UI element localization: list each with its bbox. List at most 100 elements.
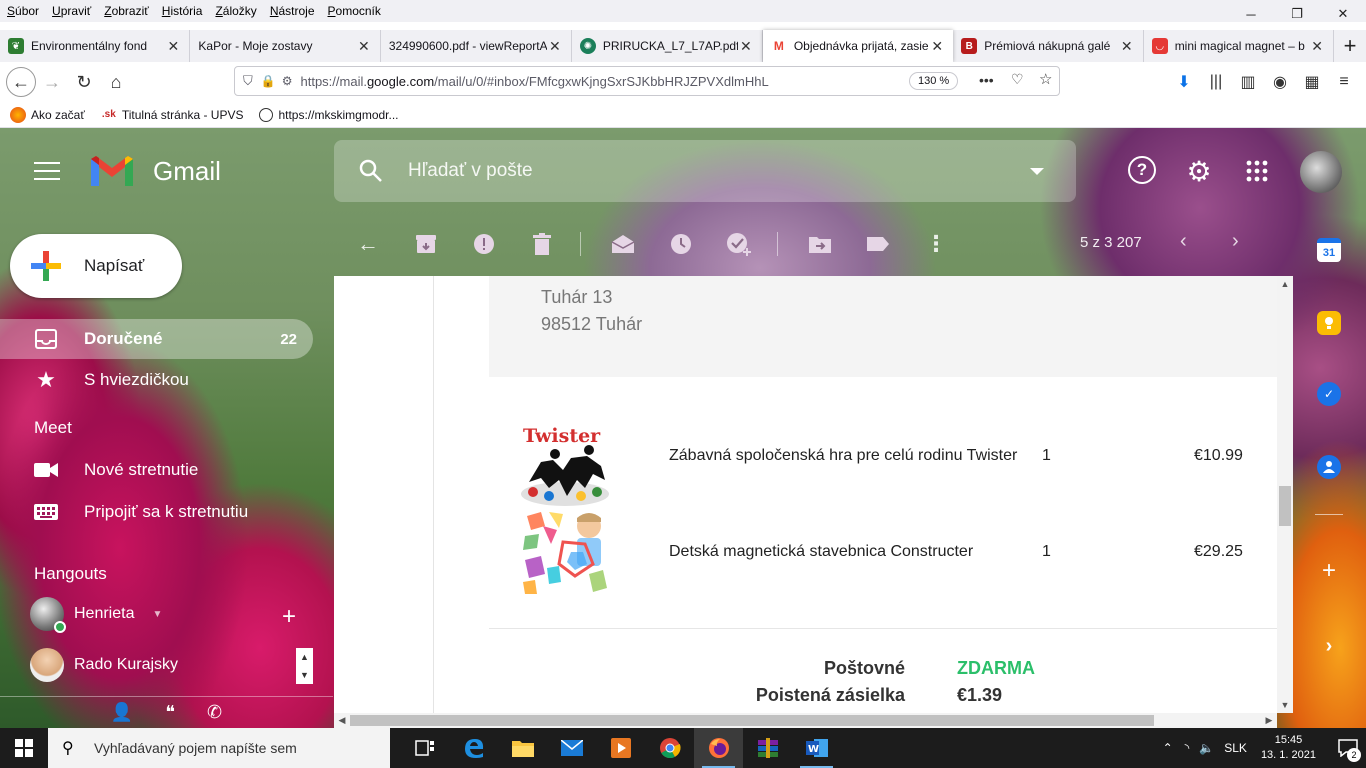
help-icon[interactable]: ? bbox=[1128, 156, 1156, 184]
notifications-icon[interactable]: 2 bbox=[1330, 728, 1366, 768]
scroll-right-icon[interactable]: ▶ bbox=[1261, 713, 1277, 728]
close-tab-icon[interactable]: ✕ bbox=[356, 38, 372, 55]
show-hidden-icons-icon[interactable]: ⌃ bbox=[1163, 741, 1173, 755]
main-menu-icon[interactable] bbox=[34, 162, 60, 180]
expand-panel-icon[interactable]: › bbox=[1317, 634, 1341, 658]
chat-bubble-icon[interactable]: ❝ bbox=[165, 702, 175, 723]
close-icon[interactable]: ✕ bbox=[1320, 0, 1366, 28]
search-bar[interactable]: Hľadať v pošte bbox=[334, 140, 1076, 202]
delete-icon[interactable] bbox=[526, 228, 558, 260]
keep-icon[interactable] bbox=[1317, 311, 1341, 335]
menu-bookmarks[interactable]: Záložky bbox=[208, 4, 262, 18]
tab-premiova[interactable]: B Prémiová nákupná galé ✕ bbox=[953, 30, 1144, 62]
wifi-icon[interactable]: ◝ bbox=[1185, 741, 1190, 755]
media-player-icon[interactable] bbox=[596, 728, 645, 768]
tab-environmentalny-fond[interactable]: ❦ Environmentálny fond ✕ bbox=[0, 30, 191, 62]
search-options-icon[interactable] bbox=[1030, 168, 1044, 175]
report-spam-icon[interactable] bbox=[468, 228, 500, 260]
library-icon[interactable]: ||| bbox=[1200, 73, 1232, 91]
file-explorer-icon[interactable] bbox=[498, 728, 547, 768]
gmail-logo-icon[interactable] bbox=[88, 153, 136, 194]
word-icon[interactable]: W bbox=[792, 728, 841, 768]
volume-icon[interactable]: 🔈 bbox=[1199, 741, 1214, 755]
older-icon[interactable]: › bbox=[1232, 230, 1239, 253]
nav-inbox[interactable]: Doručené 22 bbox=[0, 319, 313, 359]
home-icon[interactable]: ⌂ bbox=[100, 66, 132, 98]
calendar-icon[interactable]: 31 bbox=[1317, 238, 1341, 262]
mail-icon[interactable] bbox=[547, 728, 596, 768]
pocket-icon[interactable]: ♡ bbox=[1011, 71, 1024, 88]
menu-tools[interactable]: Nástroje bbox=[263, 4, 321, 18]
winrar-icon[interactable] bbox=[743, 728, 792, 768]
snooze-icon[interactable] bbox=[665, 228, 697, 260]
contacts-icon[interactable] bbox=[1317, 455, 1341, 479]
taskbar-search[interactable]: ⚲ Vyhľadávaný pojem napíšte sem bbox=[48, 728, 390, 768]
sidebar-icon[interactable]: ▥ bbox=[1232, 72, 1264, 92]
zoom-indicator[interactable]: 130 % bbox=[909, 72, 959, 90]
hangouts-scrollbar[interactable]: ▲ ▼ bbox=[296, 648, 313, 684]
move-to-icon[interactable] bbox=[804, 228, 836, 260]
nav-starred[interactable]: ★ S hviezdičkou bbox=[0, 360, 313, 400]
meet-new-meeting[interactable]: Nové stretnutie bbox=[0, 450, 313, 490]
scroll-down-icon[interactable]: ▼ bbox=[1277, 697, 1293, 713]
chevron-down-icon[interactable]: ▼ bbox=[152, 609, 162, 620]
tab-kapor[interactable]: KaPor - Moje zostavy ✕ bbox=[190, 30, 381, 62]
compose-button[interactable]: Napísať bbox=[10, 234, 182, 298]
scroll-up-icon[interactable]: ▲ bbox=[1277, 276, 1293, 292]
tab-prirucka[interactable]: ✺ PRIRUCKA_L7_L7AP.pdf ✕ bbox=[572, 30, 763, 62]
task-view-icon[interactable] bbox=[400, 728, 449, 768]
chrome-icon[interactable] bbox=[645, 728, 694, 768]
scroll-thumb[interactable] bbox=[1279, 486, 1291, 526]
phone-icon[interactable]: ✆ bbox=[207, 702, 222, 723]
scroll-left-icon[interactable]: ◀ bbox=[334, 713, 350, 728]
tasks-icon[interactable]: ✓ bbox=[1317, 382, 1341, 406]
shield-icon[interactable]: ⛉ bbox=[243, 73, 253, 89]
bookmark-mkskimgmodr[interactable]: https://mkskimgmodr... bbox=[259, 107, 399, 122]
back-arrow-icon[interactable]: ← bbox=[352, 228, 384, 260]
forward-icon[interactable]: → bbox=[36, 66, 68, 98]
close-tab-icon[interactable]: ✕ bbox=[929, 38, 945, 55]
menu-help[interactable]: Pomocník bbox=[321, 4, 387, 18]
newer-icon[interactable]: ‹ bbox=[1180, 230, 1187, 253]
bookmark-star-icon[interactable]: ☆ bbox=[1039, 70, 1052, 88]
search-icon[interactable] bbox=[358, 158, 384, 189]
close-tab-icon[interactable]: ✕ bbox=[1119, 38, 1135, 55]
account-icon[interactable]: ◉ bbox=[1264, 72, 1296, 92]
extensions-icon[interactable]: ▦ bbox=[1296, 72, 1328, 92]
menu-edit[interactable]: Upraviť bbox=[45, 4, 97, 18]
input-language[interactable]: SLK bbox=[1224, 741, 1247, 755]
reload-icon[interactable]: ↻ bbox=[68, 66, 100, 98]
lock-icon[interactable]: 🔒 bbox=[261, 74, 276, 88]
get-addons-icon[interactable]: + bbox=[1317, 557, 1341, 584]
bookmark-ako-zacat[interactable]: Ako začať bbox=[10, 106, 85, 123]
tab-magnet[interactable]: ◡ mini magical magnet – b ✕ bbox=[1144, 30, 1335, 62]
hangout-contact[interactable]: Rado Kurajsky bbox=[30, 648, 178, 682]
clock[interactable]: 15:45 13. 1. 2021 bbox=[1261, 733, 1316, 763]
tab-pdf-report[interactable]: 324990600.pdf - viewReportA ✕ bbox=[381, 30, 572, 62]
meet-join[interactable]: Pripojiť sa k stretnutiu bbox=[0, 492, 313, 532]
settings-gear-icon[interactable]: ⚙ bbox=[1184, 156, 1214, 187]
back-icon[interactable]: ← bbox=[6, 67, 36, 97]
vertical-scrollbar[interactable]: ▲ ▼ bbox=[1277, 276, 1293, 713]
product-image-twister[interactable]: Twister bbox=[519, 422, 611, 512]
close-tab-icon[interactable]: ✕ bbox=[738, 38, 754, 55]
edge-icon[interactable] bbox=[449, 728, 498, 768]
scroll-thumb[interactable] bbox=[350, 715, 1154, 726]
firefox-icon[interactable] bbox=[694, 728, 743, 768]
restore-icon[interactable]: ❐ bbox=[1274, 0, 1320, 28]
mark-unread-icon[interactable] bbox=[607, 228, 639, 260]
label-icon[interactable] bbox=[862, 228, 894, 260]
person-icon[interactable]: 👤 bbox=[111, 702, 133, 723]
tab-gmail-active[interactable]: M Objednávka prijatá, zasie ✕ bbox=[762, 30, 954, 62]
page-actions-icon[interactable]: ••• bbox=[979, 72, 994, 88]
menu-file[interactable]: Súbor bbox=[0, 4, 45, 18]
add-task-icon[interactable] bbox=[723, 228, 755, 260]
horizontal-scrollbar[interactable]: ◀ ▶ bbox=[334, 713, 1277, 728]
menu-view[interactable]: Zobraziť bbox=[97, 4, 155, 18]
new-tab-icon[interactable]: + bbox=[1334, 30, 1366, 62]
downloads-icon[interactable]: ⬇ bbox=[1168, 72, 1200, 92]
archive-icon[interactable] bbox=[410, 228, 442, 260]
windows-start-icon[interactable] bbox=[0, 728, 48, 768]
minimize-icon[interactable]: ─ bbox=[1228, 0, 1274, 28]
close-tab-icon[interactable]: ✕ bbox=[547, 38, 563, 55]
